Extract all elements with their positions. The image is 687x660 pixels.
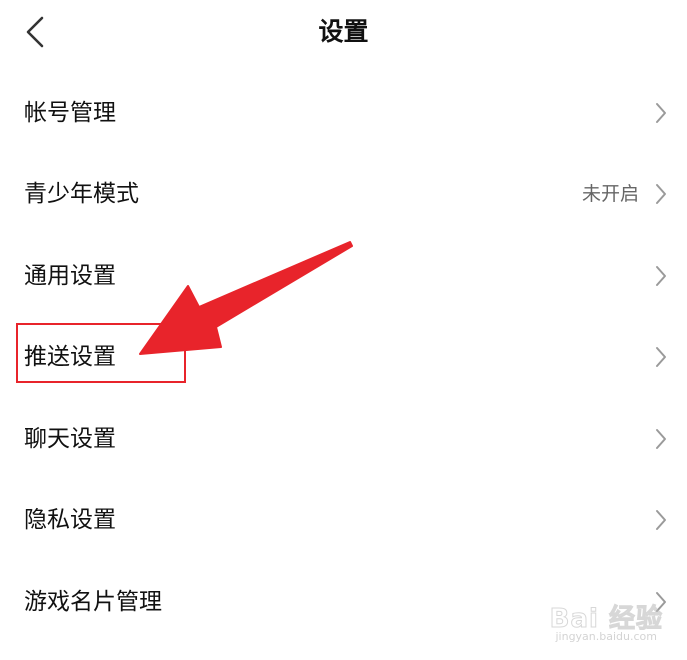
settings-item-label: 聊天设置 bbox=[24, 425, 116, 452]
settings-item-label: 隐私设置 bbox=[24, 507, 116, 534]
chevron-right-icon bbox=[656, 510, 666, 531]
header-bar: 设置 bbox=[0, 0, 687, 66]
settings-item-account[interactable]: 帐号管理 bbox=[0, 72, 687, 154]
settings-item-label: 推送设置 bbox=[24, 344, 116, 371]
page-title: 设置 bbox=[318, 17, 369, 46]
settings-item-chat[interactable]: 聊天设置 bbox=[0, 398, 687, 480]
chevron-right-icon bbox=[656, 347, 666, 368]
settings-item-label: 帐号管理 bbox=[24, 99, 116, 126]
settings-item-general[interactable]: 通用设置 bbox=[0, 235, 687, 317]
chevron-right-icon bbox=[656, 591, 666, 612]
chevron-right-icon bbox=[656, 184, 666, 205]
settings-list: 帐号管理 青少年模式 未开启 通用设置 推送设置 聊天设置 隐私设置 游戏名片管… bbox=[0, 72, 687, 643]
chevron-right-icon bbox=[656, 428, 666, 449]
settings-item-label: 通用设置 bbox=[24, 262, 116, 289]
teen-mode-status: 未开启 bbox=[581, 183, 639, 206]
chevron-right-icon bbox=[656, 265, 666, 286]
settings-item-privacy[interactable]: 隐私设置 bbox=[0, 480, 687, 562]
settings-item-game-card[interactable]: 游戏名片管理 bbox=[0, 561, 687, 643]
settings-item-push[interactable]: 推送设置 bbox=[0, 317, 687, 399]
settings-item-label: 青少年模式 bbox=[24, 181, 139, 208]
settings-item-label: 游戏名片管理 bbox=[24, 588, 162, 615]
chevron-right-icon bbox=[656, 102, 666, 123]
settings-item-teen-mode[interactable]: 青少年模式 未开启 bbox=[0, 154, 687, 236]
